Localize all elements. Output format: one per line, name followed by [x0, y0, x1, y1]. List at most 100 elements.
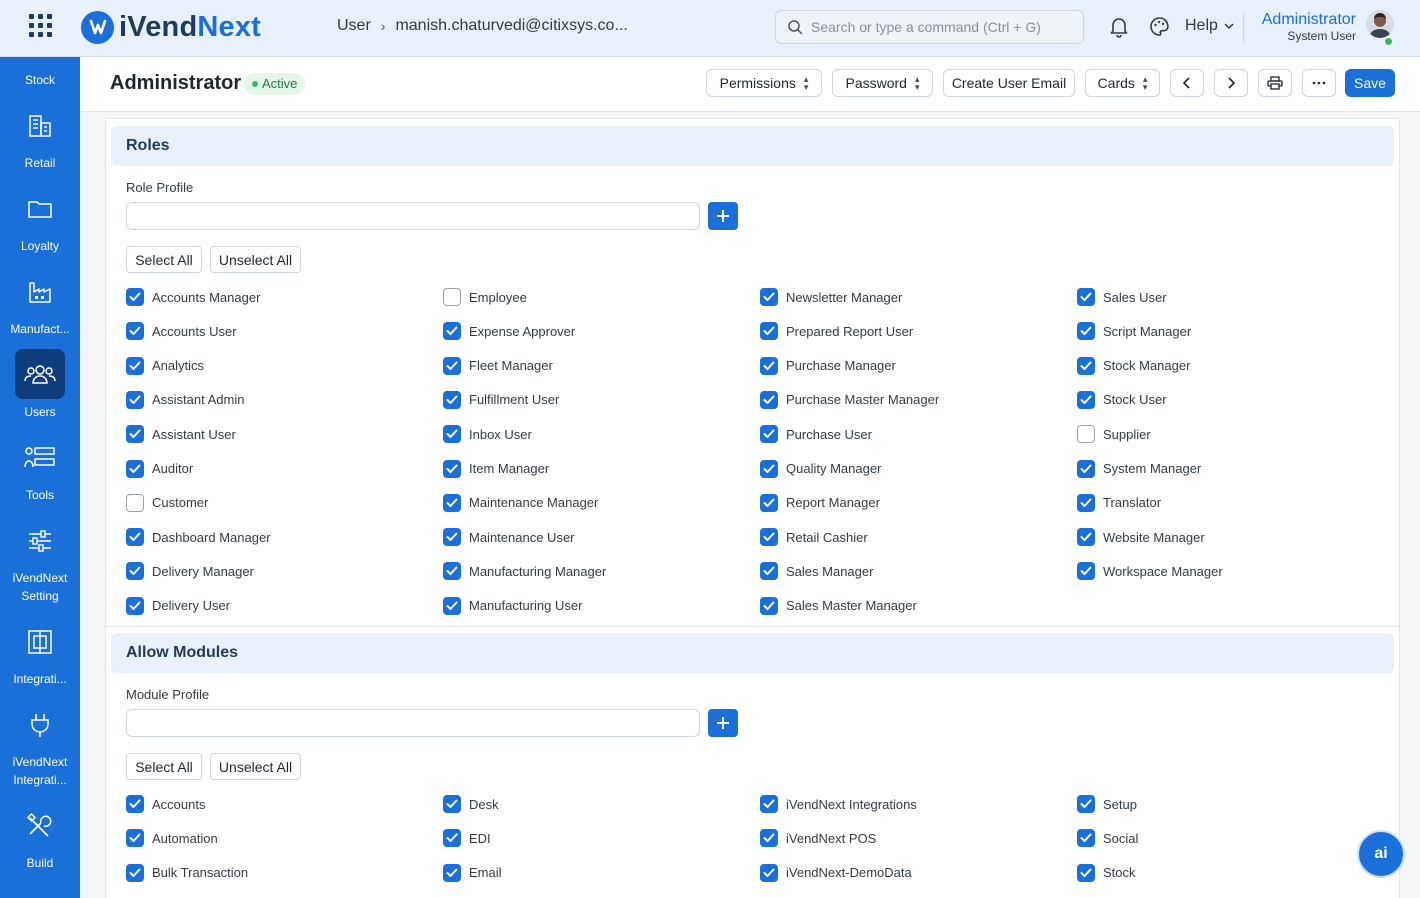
breadcrumb-current[interactable]: manish.chaturvedi@citixsys.co...	[395, 17, 627, 35]
checkbox-checked[interactable]	[126, 795, 144, 813]
roles-checkbox-item[interactable]: Delivery Manager	[126, 562, 254, 581]
checkbox-checked[interactable]	[760, 425, 778, 444]
password-button[interactable]: Password ▴ ▾	[832, 69, 933, 97]
roles-checkbox-item[interactable]: Purchase Master Manager	[760, 390, 939, 409]
sidebar-item-integrations[interactable]: Integrati...	[0, 670, 80, 688]
roles-checkbox-item[interactable]: Inbox User	[443, 425, 532, 444]
modules-checkbox-item[interactable]: EDI	[443, 829, 491, 848]
roles-checkbox-item[interactable]: Assistant User	[126, 425, 236, 444]
checkbox-checked[interactable]	[1077, 322, 1095, 341]
roles-checkbox-item[interactable]: Accounts Manager	[126, 288, 260, 306]
checkbox-checked[interactable]	[443, 322, 461, 341]
roles-checkbox-item[interactable]: Dashboard Manager	[126, 528, 271, 547]
modules-select-all-button[interactable]: Select All	[126, 753, 202, 780]
roles-checkbox-item[interactable]: Item Manager	[443, 459, 549, 478]
roles-checkbox-item[interactable]: Manufacturing Manager	[443, 562, 606, 581]
checkbox-checked[interactable]	[1077, 795, 1095, 813]
previous-record-button[interactable]	[1170, 69, 1204, 97]
roles-checkbox-item[interactable]: Sales Manager	[760, 562, 873, 581]
sidebar-item-tools[interactable]: Tools	[0, 486, 80, 504]
roles-section-header[interactable]: Roles	[111, 126, 1394, 166]
checkbox-checked[interactable]	[1077, 459, 1095, 478]
modules-checkbox-item[interactable]: Social	[1077, 829, 1138, 848]
modules-checkbox-item[interactable]: Stock	[1077, 863, 1136, 882]
roles-checkbox-item[interactable]: Purchase User	[760, 425, 872, 444]
sidebar-item-build[interactable]: Build	[0, 854, 80, 872]
roles-checkbox-item[interactable]: Workspace Manager	[1077, 562, 1223, 581]
modules-checkbox-item[interactable]: iVendNext Integrations	[760, 795, 917, 813]
roles-checkbox-item[interactable]: Newsletter Manager	[760, 288, 902, 306]
modules-checkbox-item[interactable]: Desk	[443, 795, 499, 813]
roles-checkbox-item[interactable]: Maintenance User	[443, 528, 575, 547]
checkbox-checked[interactable]	[760, 493, 778, 512]
roles-checkbox-item[interactable]: Maintenance Manager	[443, 493, 598, 512]
search-bar[interactable]	[775, 10, 1084, 44]
apps-grid-icon[interactable]	[29, 14, 53, 38]
checkbox-checked[interactable]	[443, 459, 461, 478]
roles-checkbox-item[interactable]: Stock Manager	[1077, 356, 1190, 375]
checkbox-checked[interactable]	[1077, 493, 1095, 512]
checkbox-checked[interactable]	[760, 795, 778, 813]
roles-checkbox-item[interactable]: Auditor	[126, 459, 193, 478]
checkbox-checked[interactable]	[126, 390, 144, 409]
checkbox-checked[interactable]	[443, 863, 461, 882]
roles-checkbox-item[interactable]: Assistant Admin	[126, 390, 245, 409]
checkbox-checked[interactable]	[126, 528, 144, 547]
checkbox-checked[interactable]	[126, 288, 144, 306]
checkbox-checked[interactable]	[443, 562, 461, 581]
roles-checkbox-item[interactable]: Website Manager	[1077, 528, 1205, 547]
print-button[interactable]	[1258, 69, 1292, 97]
sidebar-item-loyalty[interactable]: Loyalty	[0, 237, 80, 255]
checkbox-checked[interactable]	[760, 356, 778, 375]
checkbox-checked[interactable]	[443, 425, 461, 444]
role-profile-input[interactable]	[126, 202, 700, 230]
save-button[interactable]: Save	[1345, 69, 1395, 97]
next-record-button[interactable]	[1214, 69, 1248, 97]
roles-checkbox-item[interactable]: System Manager	[1077, 459, 1201, 478]
ai-assistant-button[interactable]: ai	[1357, 830, 1405, 878]
roles-checkbox-item[interactable]: Employee	[443, 288, 527, 306]
checkbox-checked[interactable]	[1077, 528, 1095, 547]
roles-checkbox-item[interactable]: Sales User	[1077, 288, 1167, 306]
modules-checkbox-item[interactable]: iVendNext-DemoData	[760, 863, 912, 882]
checkbox-checked[interactable]	[760, 390, 778, 409]
checkbox-checked[interactable]	[760, 459, 778, 478]
module-profile-input[interactable]	[126, 709, 700, 737]
roles-checkbox-item[interactable]: Fleet Manager	[443, 356, 553, 375]
modules-unselect-all-button[interactable]: Unselect All	[210, 753, 301, 780]
checkbox-checked[interactable]	[443, 795, 461, 813]
roles-checkbox-item[interactable]: Analytics	[126, 356, 204, 375]
checkbox-unchecked[interactable]	[443, 288, 461, 306]
checkbox-checked[interactable]	[760, 322, 778, 341]
roles-checkbox-item[interactable]: Sales Master Manager	[760, 596, 917, 615]
roles-checkbox-item[interactable]: Expense Approver	[443, 322, 575, 341]
checkbox-checked[interactable]	[443, 356, 461, 375]
help-menu[interactable]: Help	[1185, 17, 1234, 35]
checkbox-checked[interactable]	[126, 322, 144, 341]
modules-checkbox-item[interactable]: Automation	[126, 829, 218, 848]
modules-checkbox-item[interactable]: Accounts	[126, 795, 205, 813]
checkbox-checked[interactable]	[443, 390, 461, 409]
search-input[interactable]	[811, 19, 1071, 35]
checkbox-checked[interactable]	[1077, 863, 1095, 882]
cards-button[interactable]: Cards ▴ ▾	[1085, 69, 1160, 97]
checkbox-checked[interactable]	[1077, 562, 1095, 581]
checkbox-checked[interactable]	[1077, 829, 1095, 848]
theme-palette-icon[interactable]	[1149, 16, 1170, 42]
checkbox-checked[interactable]	[760, 528, 778, 547]
roles-checkbox-item[interactable]: Translator	[1077, 493, 1161, 512]
sidebar-item-users[interactable]: Users	[0, 403, 80, 421]
checkbox-checked[interactable]	[1077, 390, 1095, 409]
roles-checkbox-item[interactable]: Fulfillment User	[443, 390, 559, 409]
modules-checkbox-item[interactable]: iVendNext POS	[760, 829, 876, 848]
checkbox-checked[interactable]	[126, 459, 144, 478]
permissions-button[interactable]: Permissions ▴ ▾	[706, 69, 822, 97]
avatar[interactable]	[1366, 10, 1394, 38]
checkbox-checked[interactable]	[126, 562, 144, 581]
checkbox-checked[interactable]	[760, 829, 778, 848]
checkbox-unchecked[interactable]	[126, 493, 144, 512]
add-role-profile-button[interactable]	[708, 202, 738, 230]
sidebar-item-retail[interactable]: Retail	[0, 154, 80, 172]
roles-checkbox-item[interactable]: Report Manager	[760, 493, 880, 512]
checkbox-checked[interactable]	[443, 493, 461, 512]
